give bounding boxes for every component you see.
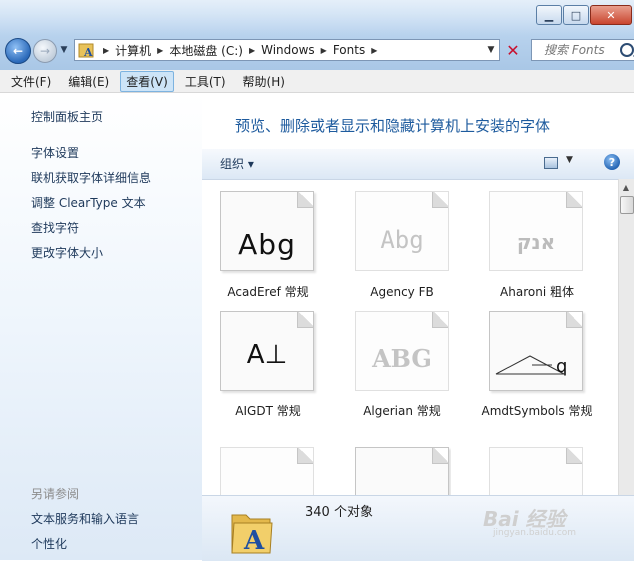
close-button[interactable]: ✕	[590, 5, 632, 25]
breadcrumb-local-disk[interactable]: 本地磁盘 (C:)	[166, 42, 246, 59]
scroll-up-button[interactable]: ▲	[619, 180, 633, 194]
font-name-label[interactable]: Algerian 常规	[337, 403, 467, 420]
fonts-folder-icon: A	[231, 514, 273, 555]
svg-text:A: A	[83, 46, 93, 59]
breadcrumb-separator[interactable]: ▶	[100, 46, 112, 55]
vertical-scrollbar[interactable]	[618, 179, 634, 495]
x-icon: ✕	[506, 40, 520, 60]
maximize-button[interactable]: □	[563, 5, 589, 25]
forward-button[interactable]: →	[33, 39, 57, 63]
font-tile-aigdt[interactable]: A⊥	[220, 311, 314, 391]
font-tile-partial[interactable]	[355, 447, 451, 495]
search-icon[interactable]	[620, 43, 634, 57]
svg-text:A: A	[243, 526, 265, 555]
find-character-link[interactable]: 查找字符	[31, 219, 79, 236]
font-preview-page	[355, 447, 449, 495]
search-box[interactable]	[531, 39, 634, 61]
chevron-down-icon: ▼	[487, 45, 495, 55]
chevron-down-icon: ▼	[566, 155, 573, 165]
arrow-right-icon: →	[39, 44, 51, 58]
breadcrumb-windows[interactable]: Windows	[258, 43, 318, 57]
font-tile-algerian[interactable]: ABG	[355, 311, 449, 391]
breadcrumb-separator[interactable]: ▶	[246, 46, 258, 55]
font-sample-text: q	[556, 356, 568, 377]
breadcrumb-separator[interactable]: ▶	[318, 46, 330, 55]
font-name-label[interactable]: AmdtSymbols 常规	[472, 403, 602, 420]
control-panel-home-link[interactable]: 控制面板主页	[31, 108, 103, 125]
font-preview-page	[220, 447, 314, 495]
font-sample-text: ABG	[372, 344, 432, 373]
arrow-left-icon: ←	[12, 44, 24, 58]
font-preview-page: q	[489, 311, 583, 391]
font-preview-page: Abg	[355, 191, 449, 271]
font-sample-text: אנק	[516, 230, 556, 254]
font-name-label[interactable]: AIGDT 常规	[203, 403, 333, 420]
back-button[interactable]: ←	[5, 38, 31, 64]
recent-pages-button[interactable]: ▼	[58, 44, 70, 56]
font-preview-page: אנק	[489, 191, 583, 271]
minimize-button[interactable]: ▁	[536, 5, 562, 25]
adjust-cleartype-link[interactable]: 调整 ClearType 文本	[31, 194, 146, 211]
font-tile-amdtsymbols[interactable]: q	[489, 311, 583, 391]
font-sample-text: Abg	[380, 226, 424, 254]
font-tile-partial[interactable]	[220, 447, 316, 495]
text-services-link[interactable]: 文本服务和输入语言	[31, 510, 139, 527]
font-tile-aharoni[interactable]: אנק	[489, 191, 583, 271]
fonts-folder-icon: A	[78, 43, 94, 59]
font-settings-link[interactable]: 字体设置	[31, 144, 79, 161]
chevron-up-icon: ▲	[622, 182, 630, 192]
font-tile-partial[interactable]	[489, 447, 585, 495]
menu-help[interactable]: 帮助(H)	[237, 71, 291, 92]
menu-bar: 文件(F) 编辑(E) 查看(V) 工具(T) 帮助(H)	[0, 70, 634, 93]
font-preview-page: A⊥	[220, 311, 314, 391]
menu-tools[interactable]: 工具(T)	[179, 71, 232, 92]
font-preview-page	[489, 447, 583, 495]
close-icon: ✕	[606, 8, 616, 22]
font-name-label[interactable]: Aharoni 粗体	[472, 284, 602, 301]
page-title: 预览、删除或者显示和隐藏计算机上安装的字体	[235, 117, 551, 135]
stop-button[interactable]: ✕	[502, 39, 524, 61]
change-font-size-link[interactable]: 更改字体大小	[31, 244, 103, 261]
breadcrumb-fonts[interactable]: Fonts	[330, 43, 368, 57]
font-preview-page: ABG	[355, 311, 449, 391]
address-dropdown-button[interactable]: ▼	[484, 40, 498, 60]
organize-button[interactable]: 组织 ▾	[220, 155, 254, 172]
view-dropdown-button[interactable]: ▼	[566, 155, 573, 165]
font-tile-agency-fb[interactable]: Abg	[355, 191, 449, 271]
personalization-link[interactable]: 个性化	[31, 535, 67, 552]
menu-edit[interactable]: 编辑(E)	[62, 71, 115, 92]
help-icon[interactable]: ?	[604, 154, 620, 170]
search-input[interactable]	[542, 42, 616, 58]
breadcrumb-separator[interactable]: ▶	[154, 46, 166, 55]
change-view-icon[interactable]	[544, 157, 558, 169]
minimize-icon: ▁	[544, 8, 554, 22]
font-preview-page: Abg	[220, 191, 314, 271]
font-name-label[interactable]: AcadEref 常规	[203, 284, 333, 301]
item-count: 340 个对象	[305, 505, 373, 520]
font-name-label[interactable]: Agency FB	[337, 284, 467, 301]
menu-view[interactable]: 查看(V)	[120, 70, 174, 92]
watermark-url: jingyan.baidu.com	[493, 528, 577, 538]
get-font-info-online-link[interactable]: 联机获取字体详细信息	[31, 169, 151, 186]
address-bar[interactable]: A ▶ 计算机 ▶ 本地磁盘 (C:) ▶ Windows ▶ Fonts ▶	[74, 39, 500, 61]
maximize-icon: □	[570, 8, 582, 22]
breadcrumb-separator[interactable]: ▶	[368, 46, 380, 55]
font-tile-acaderef[interactable]: Abg	[220, 191, 314, 271]
menu-file[interactable]: 文件(F)	[5, 71, 57, 92]
breadcrumb-computer[interactable]: 计算机	[112, 42, 154, 59]
scrollbar-thumb[interactable]	[620, 196, 634, 214]
font-sample-text: A⊥	[246, 340, 288, 370]
chevron-down-icon: ▼	[60, 45, 68, 55]
see-also-heading: 另请参阅	[31, 487, 80, 501]
font-sample-text: Abg	[238, 228, 296, 261]
